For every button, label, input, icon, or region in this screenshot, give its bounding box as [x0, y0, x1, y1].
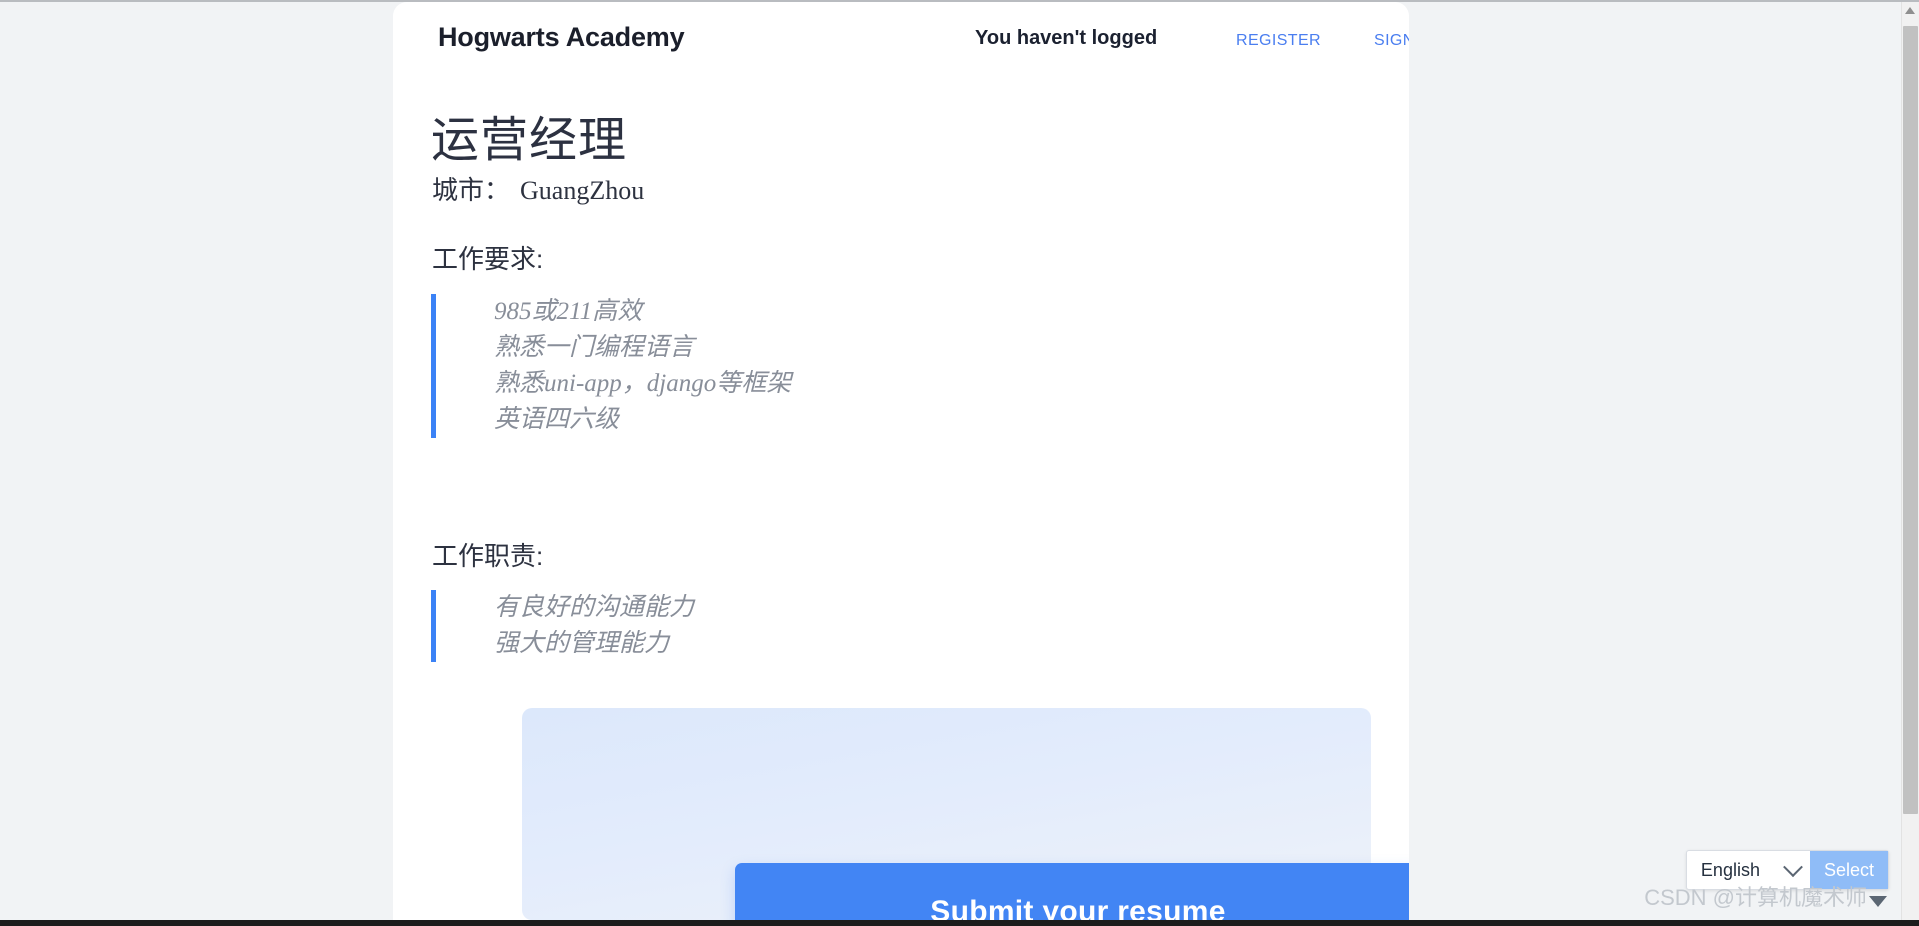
viewport-bottom-edge	[0, 920, 1919, 926]
signin-link[interactable]: SIGN IN	[1374, 32, 1409, 50]
chevron-down-icon	[1783, 857, 1803, 877]
browser-viewport: Hogwarts Academy You haven't logged REGI…	[0, 0, 1919, 926]
login-status-text: You haven't logged	[975, 27, 1157, 50]
submit-resume-button[interactable]: Submit your resume	[735, 863, 1409, 920]
requirement-line: 熟悉uni-app，django等框架	[494, 366, 791, 402]
requirements-quote-block: 985或211高效 熟悉一门编程语言 熟悉uni-app，django等框架 英…	[431, 294, 791, 438]
job-city-value: GuangZhou	[520, 176, 644, 205]
responsibility-line: 有良好的沟通能力	[494, 590, 694, 626]
requirement-line: 985或211高效	[494, 294, 791, 330]
caret-down-icon	[1869, 896, 1887, 907]
language-dropdown-value: English	[1701, 860, 1760, 881]
page-card: Hogwarts Academy You haven't logged REGI…	[393, 2, 1409, 920]
site-brand: Hogwarts Academy	[438, 22, 684, 53]
job-city-row: 城市： GuangZhou	[432, 170, 644, 207]
responsibilities-heading: 工作职责:	[432, 536, 543, 573]
requirement-line: 熟悉一门编程语言	[494, 330, 791, 366]
requirements-heading: 工作要求:	[432, 239, 543, 276]
page-scrollbar[interactable]	[1901, 2, 1919, 920]
language-select-button[interactable]: Select	[1810, 851, 1888, 889]
submit-resume-panel: Submit your resume	[522, 708, 1371, 920]
register-link[interactable]: REGISTER	[1236, 32, 1321, 50]
language-selector-widget: English Select	[1686, 850, 1889, 890]
job-title: 运营经理	[431, 100, 627, 170]
site-header: Hogwarts Academy You haven't logged REGI…	[393, 2, 1409, 72]
job-city-label: 城市：	[432, 176, 510, 205]
responsibilities-quote-block: 有良好的沟通能力 强大的管理能力	[431, 590, 694, 662]
scroll-up-arrow-icon[interactable]	[1905, 7, 1915, 14]
responsibility-line: 强大的管理能力	[494, 626, 694, 662]
requirement-line: 英语四六级	[494, 402, 791, 438]
scrollbar-thumb[interactable]	[1903, 26, 1918, 814]
language-dropdown[interactable]: English	[1687, 851, 1810, 889]
